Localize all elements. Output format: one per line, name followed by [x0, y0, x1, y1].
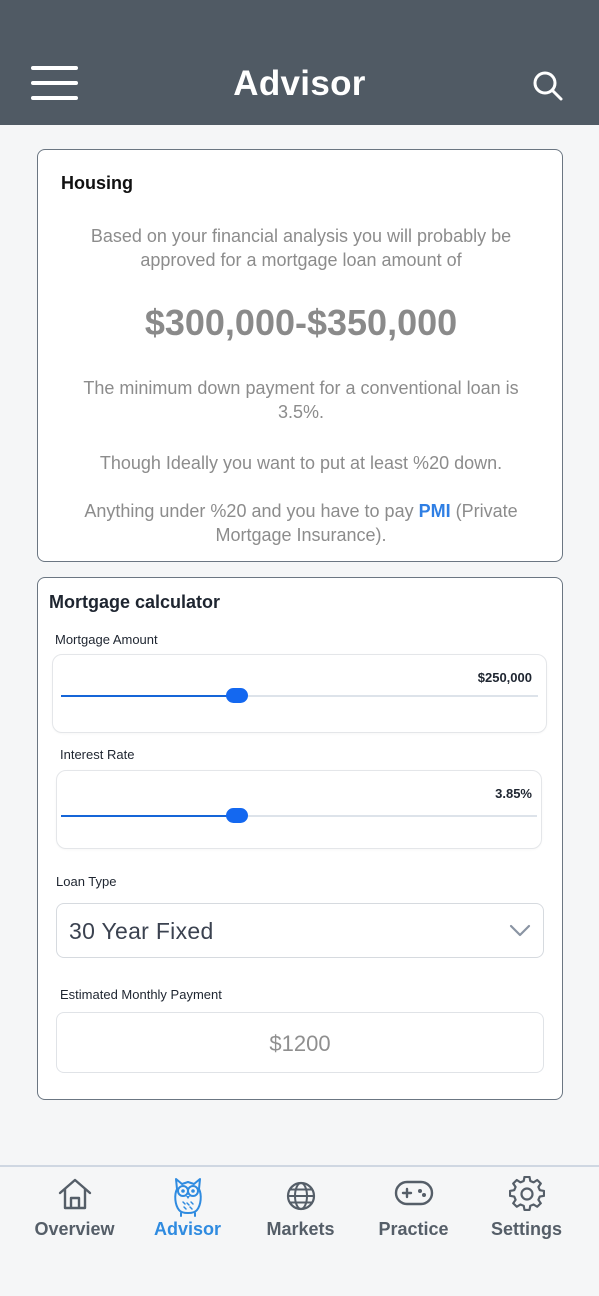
interest-rate-value: 3.85%: [495, 786, 532, 801]
loan-type-select[interactable]: 30 Year Fixed: [56, 903, 544, 958]
pmi-link[interactable]: PMI: [419, 501, 451, 521]
tab-overview-label: Overview: [34, 1219, 115, 1239]
housing-title: Housing: [61, 173, 133, 193]
page-title: Advisor: [233, 64, 366, 103]
loan-amount-range: $300,000-$350,000: [144, 302, 458, 343]
mortgage-amount-fill: [61, 695, 238, 697]
monthly-payment-field: $1200: [56, 1012, 544, 1073]
tab-advisor-label: Advisor: [153, 1219, 222, 1239]
monthly-payment-label: Estimated Monthly Payment: [60, 987, 222, 1002]
tab-settings[interactable]: Settings: [470, 1167, 583, 1257]
housing-intro: Based on your financial analysis you wil…: [90, 226, 512, 270]
tab-settings-label: Settings: [490, 1219, 562, 1239]
interest-rate-label: Interest Rate: [60, 747, 135, 762]
mortgage-amount-track[interactable]: [61, 688, 538, 703]
home-icon: [58, 1178, 91, 1210]
tab-practice-label: Practice: [378, 1219, 449, 1239]
search-icon[interactable]: [532, 70, 564, 102]
tab-practice[interactable]: Practice: [357, 1167, 470, 1257]
mortgage-amount-label: Mortgage Amount: [55, 632, 158, 647]
bottom-tab-bar: Overview Advisor Markets Practice Settin…: [0, 1165, 599, 1296]
mortgage-amount-thumb[interactable]: [226, 688, 249, 703]
app-header: Advisor: [0, 0, 599, 125]
tab-advisor[interactable]: Advisor: [131, 1167, 244, 1257]
gear-icon: [508, 1176, 545, 1211]
loan-type-label: Loan Type: [56, 874, 117, 889]
interest-rate-fill: [61, 815, 238, 817]
globe-icon: [286, 1181, 315, 1211]
interest-rate-slider: 3.85%: [56, 770, 542, 849]
tab-markets-label: Markets: [266, 1219, 335, 1239]
mortgage-calculator-card: Mortgage calculator Mortgage Amount $250…: [37, 577, 563, 1100]
ideal-down-payment-text: Though Ideally you want to put at least …: [99, 453, 503, 473]
min-down-payment-text: The minimum down payment for a conventio…: [83, 378, 519, 422]
tab-overview[interactable]: Overview: [18, 1167, 131, 1257]
tab-markets[interactable]: Markets: [244, 1167, 357, 1257]
mortgage-amount-value: $250,000: [477, 670, 532, 685]
chevron-down-icon: [509, 924, 531, 937]
interest-rate-track[interactable]: [61, 808, 537, 823]
pmi-prefix: Anything under %20 and you have to pay: [84, 501, 419, 521]
owl-icon: [173, 1178, 202, 1217]
monthly-payment-value: $1200: [269, 1031, 331, 1056]
mortgage-amount-slider: $250,000: [52, 654, 547, 733]
housing-card: Housing Based on your financial analysis…: [37, 149, 563, 562]
pmi-text: Anything under %20 and you have to pay P…: [58, 499, 544, 547]
calculator-title: Mortgage calculator: [49, 592, 221, 612]
gamepad-icon: [394, 1180, 433, 1206]
loan-type-value: 30 Year Fixed: [69, 918, 214, 944]
interest-rate-thumb[interactable]: [226, 808, 249, 823]
